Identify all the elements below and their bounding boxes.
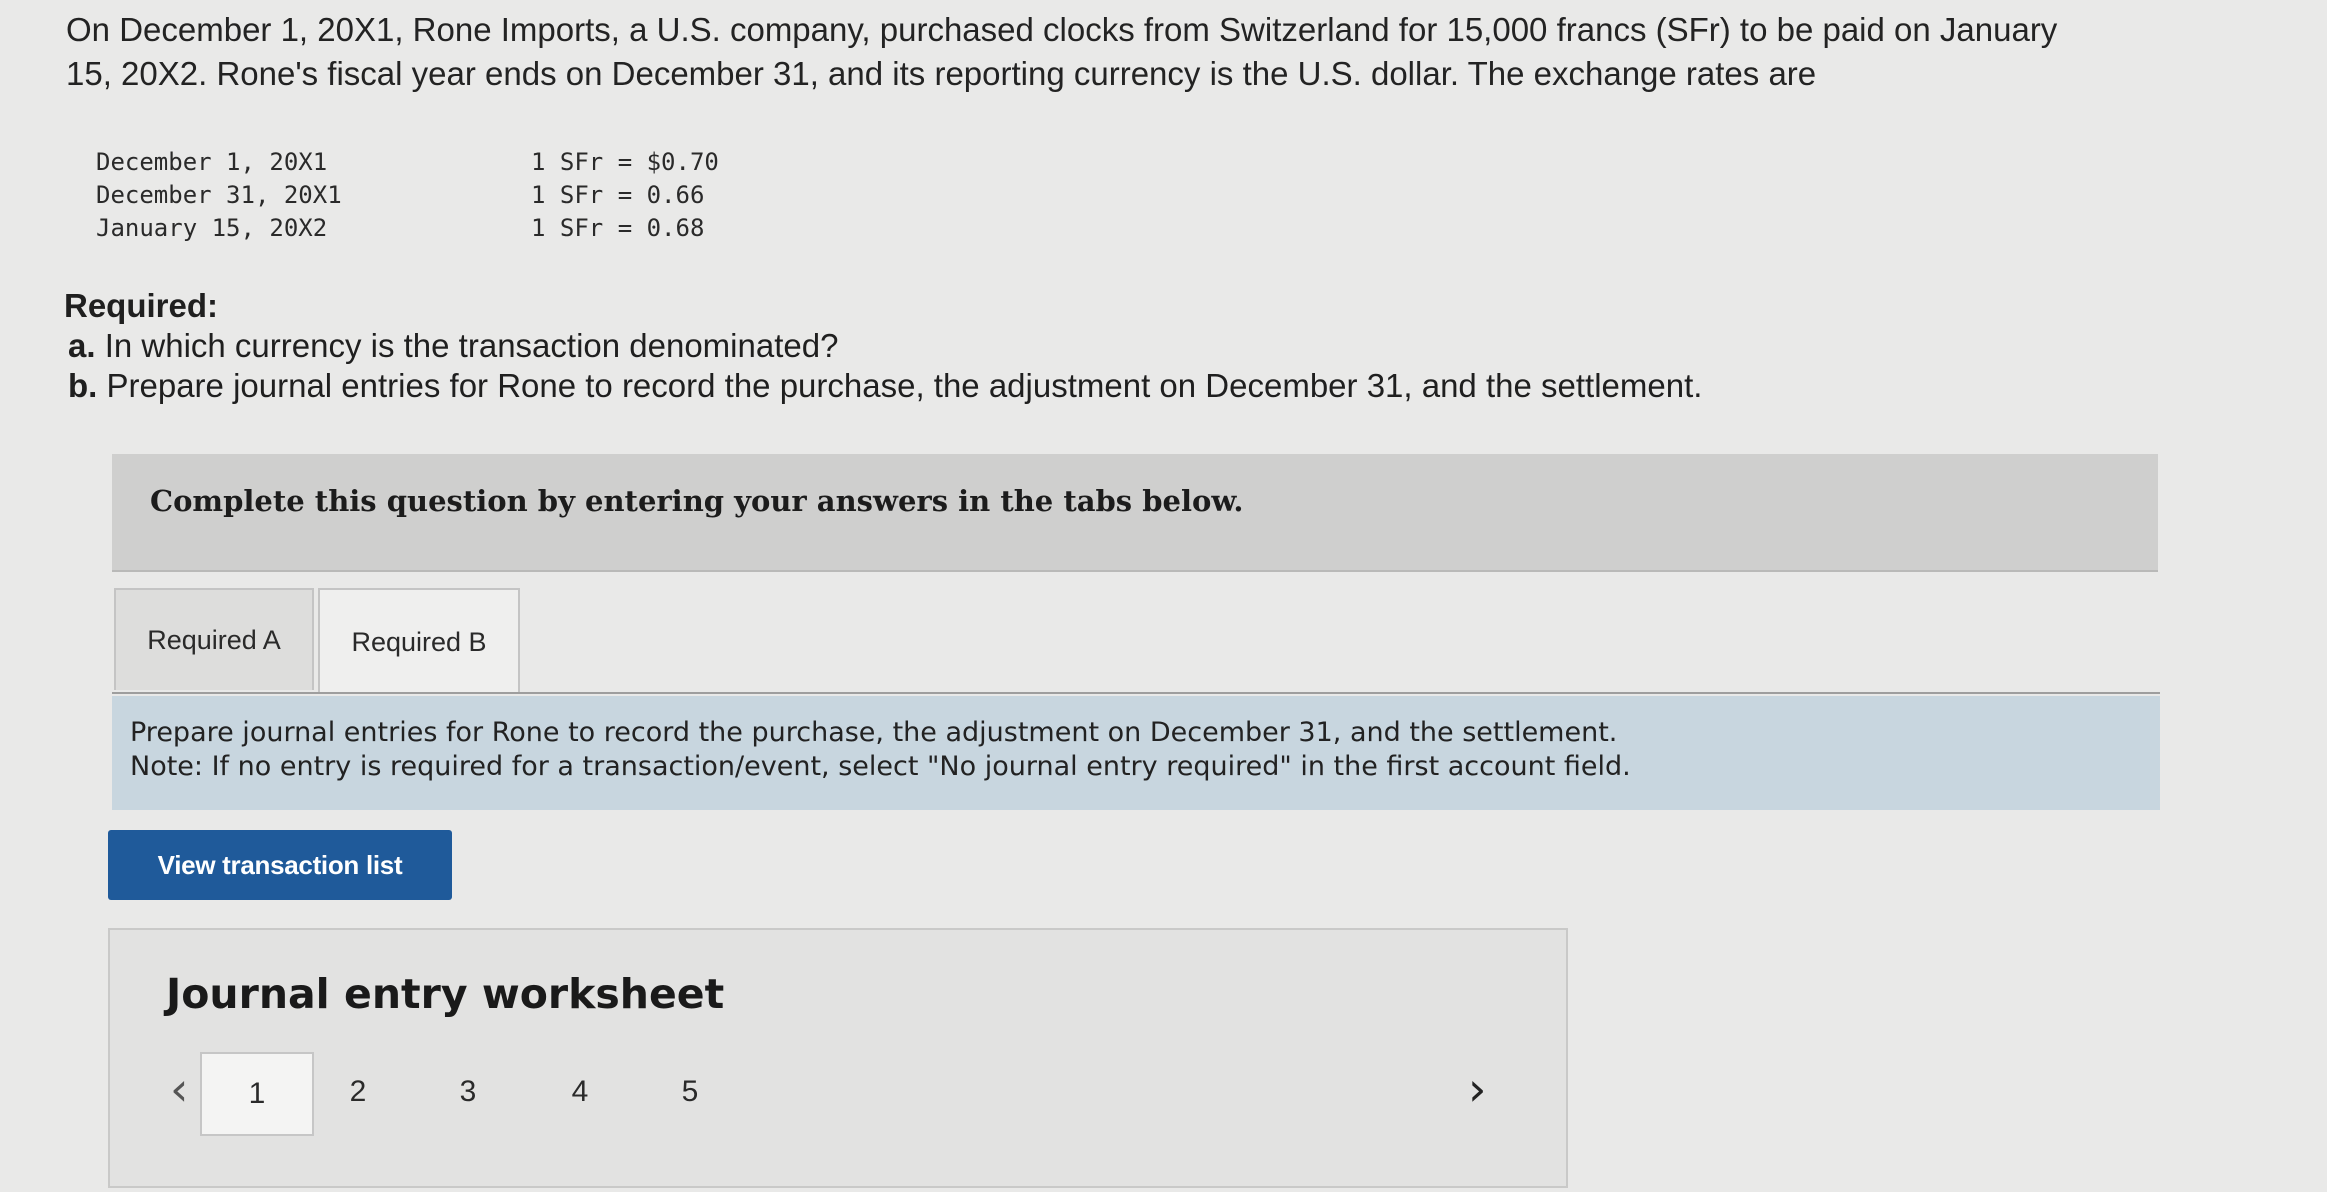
page-5[interactable]: 5 bbox=[660, 1062, 720, 1122]
intro-line-2: 15, 20X2. Rone's fiscal year ends on Dec… bbox=[66, 55, 1817, 92]
tab-required-b[interactable]: Required B bbox=[318, 588, 520, 694]
rate-date: December 31, 20X1 bbox=[96, 181, 342, 209]
exchange-rates-table: December 1, 20X1 1 SFr = $0.70 December … bbox=[96, 146, 756, 245]
rate-row: December 1, 20X1 1 SFr = $0.70 bbox=[96, 146, 756, 179]
required-a-text: In which currency is the transaction den… bbox=[104, 327, 839, 364]
page-3[interactable]: 3 bbox=[438, 1062, 498, 1122]
required-section: Required: a. In which currency is the tr… bbox=[64, 286, 1702, 406]
problem-intro: On December 1, 20X1, Rone Imports, a U.S… bbox=[66, 8, 2146, 96]
chevron-right-icon[interactable]: › bbox=[1468, 1062, 1486, 1116]
required-item-b: b. Prepare journal entries for Rone to r… bbox=[64, 366, 1702, 406]
required-a-label: a. bbox=[68, 327, 96, 364]
required-title: Required: bbox=[64, 287, 219, 324]
required-b-text: Prepare journal entries for Rone to reco… bbox=[106, 367, 1703, 404]
required-b-label: b. bbox=[68, 367, 98, 404]
rate-row: January 15, 20X2 1 SFr = 0.68 bbox=[96, 212, 756, 245]
note-line-1: Prepare journal entries for Rone to reco… bbox=[130, 717, 1618, 748]
rate-value: 1 SFr = $0.70 bbox=[531, 148, 719, 176]
rate-row: December 31, 20X1 1 SFr = 0.66 bbox=[96, 179, 756, 212]
instruction-banner: Complete this question by entering your … bbox=[112, 454, 2158, 572]
view-transaction-list-button[interactable]: View transaction list bbox=[108, 830, 452, 900]
tab-divider bbox=[112, 692, 2160, 694]
required-item-a: a. In which currency is the transaction … bbox=[64, 326, 1702, 366]
instructions-note: Prepare journal entries for Rone to reco… bbox=[112, 696, 2160, 810]
tab-required-b-label: Required B bbox=[351, 626, 487, 657]
worksheet-pager: ‹ 1 2 3 4 5 › bbox=[110, 1050, 1566, 1140]
page-2[interactable]: 2 bbox=[328, 1062, 388, 1122]
rate-value: 1 SFr = 0.68 bbox=[531, 214, 705, 242]
rate-date: January 15, 20X2 bbox=[96, 214, 328, 242]
tab-required-a[interactable]: Required A bbox=[114, 588, 314, 690]
intro-line-1: On December 1, 20X1, Rone Imports, a U.S… bbox=[66, 11, 2058, 48]
page-4[interactable]: 4 bbox=[550, 1062, 610, 1122]
journal-entry-worksheet: Journal entry worksheet ‹ 1 2 3 4 5 › bbox=[108, 928, 1568, 1188]
chevron-left-icon[interactable]: ‹ bbox=[170, 1062, 188, 1116]
rate-date: December 1, 20X1 bbox=[96, 148, 328, 176]
page-1[interactable]: 1 bbox=[200, 1052, 314, 1136]
rate-value: 1 SFr = 0.66 bbox=[531, 181, 705, 209]
note-line-2: Note: If no entry is required for a tran… bbox=[130, 751, 1631, 782]
worksheet-title: Journal entry worksheet bbox=[166, 970, 725, 1018]
tab-required-a-label: Required A bbox=[147, 624, 281, 655]
instruction-banner-text: Complete this question by entering your … bbox=[150, 484, 1244, 518]
